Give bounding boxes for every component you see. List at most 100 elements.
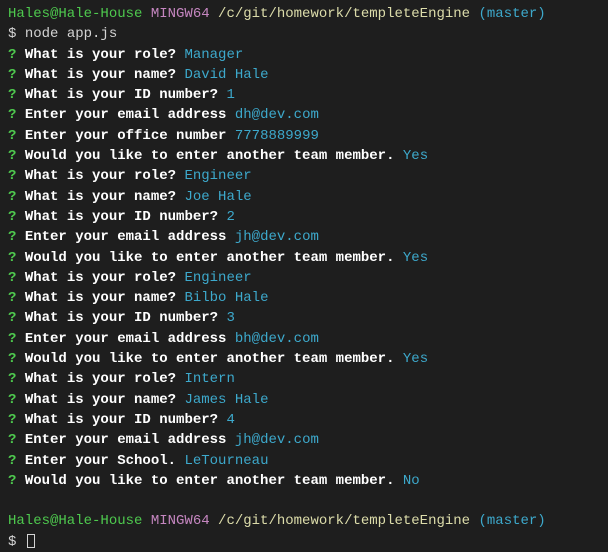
prompt-question: What is your role?	[25, 47, 176, 63]
prompt-line: ? Enter your email address jh@dev.com	[8, 430, 600, 450]
question-mark-icon: ?	[8, 250, 16, 266]
question-mark-icon: ?	[8, 310, 16, 326]
prompt-question: Enter your email address	[25, 107, 227, 123]
prompt-answer: bh@dev.com	[235, 331, 319, 347]
prompt-line: ? Would you like to enter another team m…	[8, 248, 600, 268]
prompt-question: Would you like to enter another team mem…	[25, 250, 395, 266]
ps1-path: /c/git/homework/templeteEngine	[218, 513, 470, 529]
question-mark-icon: ?	[8, 331, 16, 347]
question-mark-icon: ?	[8, 87, 16, 103]
prompt-line: ? Would you like to enter another team m…	[8, 471, 600, 491]
prompt-answer: 2	[226, 209, 234, 225]
prompt-line: ? What is your ID number? 1	[8, 85, 600, 105]
question-mark-icon: ?	[8, 270, 16, 286]
prompt-question: What is your ID number?	[25, 209, 218, 225]
prompt-answer: 3	[226, 310, 234, 326]
prompt-line: ? What is your name? James Hale	[8, 390, 600, 410]
question-mark-icon: ?	[8, 47, 16, 63]
prompt-line: ? Enter your office number 7778889999	[8, 126, 600, 146]
prompt-line: ? Enter your School. LeTourneau	[8, 451, 600, 471]
prompt-answer: 1	[226, 87, 234, 103]
prompt-answer: Yes	[403, 351, 428, 367]
question-mark-icon: ?	[8, 209, 16, 225]
question-mark-icon: ?	[8, 229, 16, 245]
prompt-answer: jh@dev.com	[235, 229, 319, 245]
prompt-question: Would you like to enter another team mem…	[25, 351, 395, 367]
prompt-line: ? What is your name? Joe Hale	[8, 187, 600, 207]
ps1-env: MINGW64	[151, 6, 210, 22]
prompt-question: Enter your School.	[25, 453, 176, 469]
question-mark-icon: ?	[8, 148, 16, 164]
prompt-answer: No	[403, 473, 420, 489]
prompt-line: ? Enter your email address bh@dev.com	[8, 329, 600, 349]
prompt-answer: Manager	[184, 47, 243, 63]
prompt-question: Would you like to enter another team mem…	[25, 148, 395, 164]
prompt-question: What is your ID number?	[25, 87, 218, 103]
question-mark-icon: ?	[8, 371, 16, 387]
prompt-question: What is your name?	[25, 67, 176, 83]
question-mark-icon: ?	[8, 168, 16, 184]
prompt-line: ? What is your name? David Hale	[8, 65, 600, 85]
prompt-line: ? What is your name? Bilbo Hale	[8, 288, 600, 308]
prompt-answer: Engineer	[184, 168, 251, 184]
prompt-question: Enter your office number	[25, 128, 227, 144]
prompt-question: What is your role?	[25, 270, 176, 286]
prompt-answer: Joe Hale	[184, 189, 251, 205]
prompt-answer: Yes	[403, 250, 428, 266]
command-line: $ node app.js	[8, 24, 600, 44]
prompt-answer: Bilbo Hale	[184, 290, 268, 306]
prompt-answer: jh@dev.com	[235, 432, 319, 448]
prompt-answer: Yes	[403, 148, 428, 164]
question-mark-icon: ?	[8, 392, 16, 408]
question-mark-icon: ?	[8, 351, 16, 367]
prompt-line: ? What is your ID number? 3	[8, 308, 600, 328]
prompt-question: What is your role?	[25, 168, 176, 184]
prompt-question: Enter your email address	[25, 331, 227, 347]
question-mark-icon: ?	[8, 412, 16, 428]
prompt-question: Enter your email address	[25, 432, 227, 448]
prompt-line: ? Would you like to enter another team m…	[8, 349, 600, 369]
ps1-env: MINGW64	[151, 513, 210, 529]
ps1-user: Hales@Hale-House	[8, 513, 142, 529]
prompt-answer: 7778889999	[235, 128, 319, 144]
prompt-line: ? What is your ID number? 2	[8, 207, 600, 227]
question-mark-icon: ?	[8, 107, 16, 123]
dollar-sign: $	[8, 26, 16, 42]
question-mark-icon: ?	[8, 189, 16, 205]
command-text: node app.js	[25, 26, 117, 42]
prompt-answer: 4	[226, 412, 234, 428]
ps1-line: Hales@Hale-House MINGW64 /c/git/homework…	[8, 4, 600, 24]
ps1-branch: (master)	[479, 6, 546, 22]
ps1-user: Hales@Hale-House	[8, 6, 142, 22]
question-mark-icon: ?	[8, 432, 16, 448]
prompt-question: Would you like to enter another team mem…	[25, 473, 395, 489]
prompt-line: ? What is your ID number? 4	[8, 410, 600, 430]
prompt-list: ? What is your role? Manager? What is yo…	[8, 45, 600, 492]
prompt-question: What is your ID number?	[25, 412, 218, 428]
terminal-output[interactable]: Hales@Hale-House MINGW64 /c/git/homework…	[8, 4, 600, 552]
prompt-question: What is your role?	[25, 371, 176, 387]
ps1-line-2: Hales@Hale-House MINGW64 /c/git/homework…	[8, 511, 600, 531]
ps1-path: /c/git/homework/templeteEngine	[218, 6, 470, 22]
prompt-answer: Engineer	[184, 270, 251, 286]
prompt-line: ? Would you like to enter another team m…	[8, 146, 600, 166]
prompt-answer: David Hale	[184, 67, 268, 83]
question-mark-icon: ?	[8, 67, 16, 83]
prompt-line: ? What is your role? Engineer	[8, 166, 600, 186]
prompt-answer: James Hale	[184, 392, 268, 408]
prompt-question: Enter your email address	[25, 229, 227, 245]
ps1-branch: (master)	[479, 513, 546, 529]
prompt-question: What is your name?	[25, 189, 176, 205]
prompt-line: ? Enter your email address jh@dev.com	[8, 227, 600, 247]
question-mark-icon: ?	[8, 128, 16, 144]
active-prompt-line[interactable]: $	[8, 532, 600, 552]
prompt-question: What is your name?	[25, 290, 176, 306]
prompt-answer: LeTourneau	[184, 453, 268, 469]
prompt-answer: Intern	[184, 371, 234, 387]
prompt-line: ? What is your role? Manager	[8, 45, 600, 65]
prompt-question: What is your name?	[25, 392, 176, 408]
prompt-line: ? What is your role? Intern	[8, 369, 600, 389]
question-mark-icon: ?	[8, 473, 16, 489]
blank-line	[8, 491, 600, 511]
prompt-line: ? What is your role? Engineer	[8, 268, 600, 288]
